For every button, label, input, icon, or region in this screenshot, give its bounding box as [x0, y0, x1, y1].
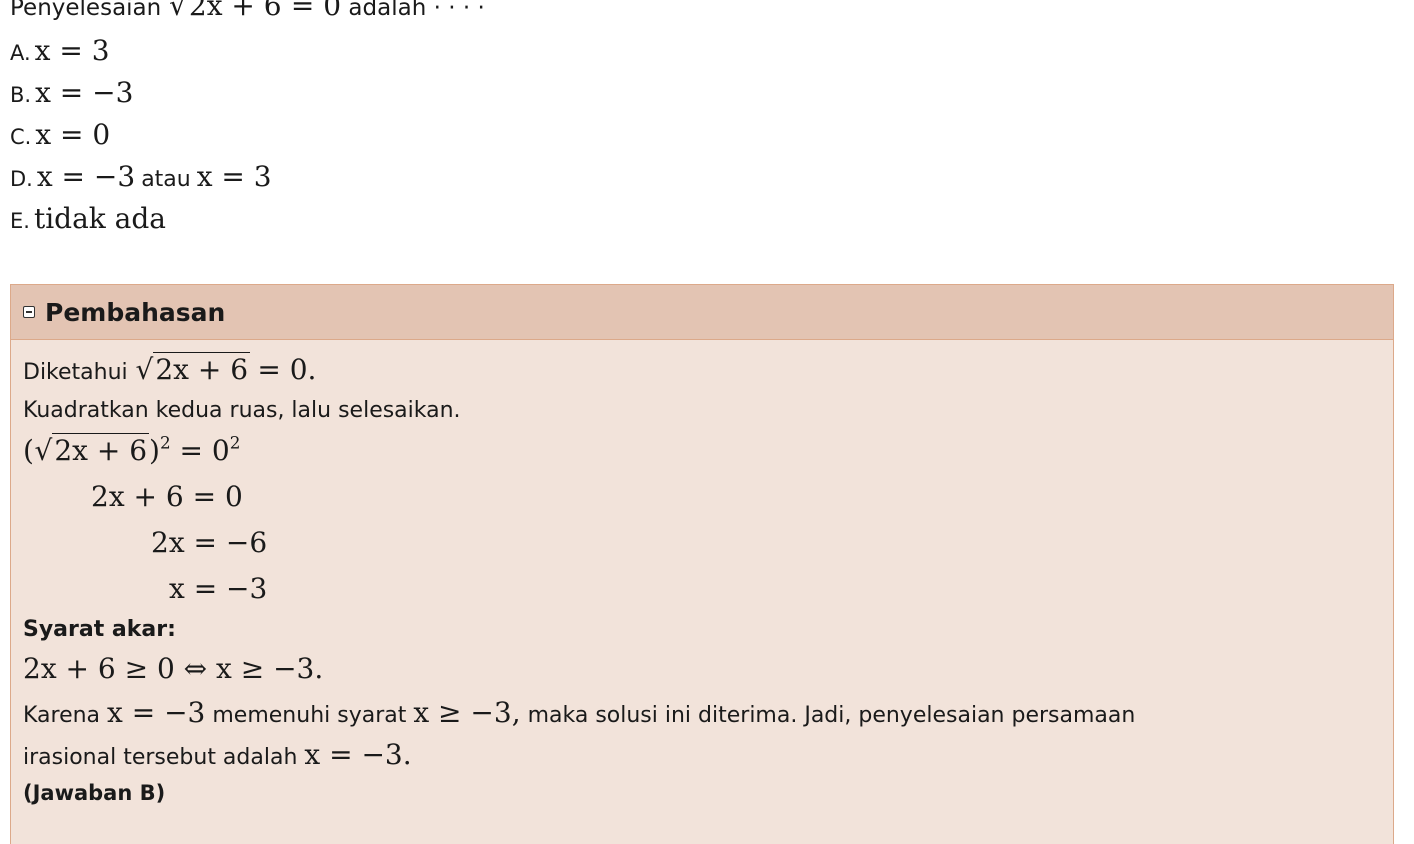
option-letter: D.	[10, 167, 33, 191]
condition-math: 2x + 6 ≥ 0 ⇔ x ≥ −3.	[23, 652, 324, 685]
given-sqrt: √2x + 6	[135, 352, 251, 386]
collapse-icon[interactable]	[23, 306, 35, 318]
option-joiner: atau	[141, 167, 191, 192]
option-math: x = −3	[35, 76, 134, 109]
option-math: x = 3	[34, 34, 110, 67]
solution-body: Diketahui √2x + 6 = 0. Kuadratkan kedua …	[11, 340, 1393, 810]
solution-panel: Pembahasan Diketahui √2x + 6 = 0. Kuadra…	[10, 284, 1394, 844]
option-letter: A.	[10, 41, 31, 65]
conclusion-math-1: x = −3	[107, 696, 206, 729]
given-prefix: Diketahui	[23, 360, 128, 385]
conclusion-text-4: irasional tersebut adalah	[23, 745, 298, 770]
step-1-rhs: = 0	[179, 434, 230, 467]
option-d: D. x = −3 atau x = 3	[10, 156, 485, 198]
given-line: Diketahui √2x + 6 = 0.	[23, 340, 1381, 396]
page: Penyelesaian √2x + 6 = 0 adalah · · · · …	[0, 0, 1414, 844]
stem-prefix: Penyelesaian	[10, 0, 162, 21]
stem-sqrt: √2x + 6	[169, 0, 284, 22]
conclusion-text-3: maka solusi ini diterima. Jadi, penyeles…	[527, 703, 1136, 728]
option-math: x = 0	[35, 118, 111, 151]
option-list: A. x = 3 B. x = −3 C. x = 0 D. x = −3 at…	[10, 30, 485, 240]
instruction: Kuadratkan kedua ruas, lalu selesaikan.	[23, 398, 461, 423]
option-letter: E.	[10, 209, 30, 233]
step-2: 2x + 6 = 0	[91, 480, 243, 513]
option-c: C. x = 0	[10, 114, 485, 156]
question: Penyelesaian √2x + 6 = 0 adalah · · · · …	[10, 0, 485, 240]
given-radicand: 2x + 6	[153, 352, 251, 386]
option-e: E. tidak ada	[10, 198, 485, 240]
stem-equals: = 0	[290, 0, 342, 22]
option-letter: B.	[10, 83, 32, 107]
option-a: A. x = 3	[10, 30, 485, 72]
conclusion-line-1: Karena x = −3 memenuhi syarat x ≥ −3, ma…	[23, 692, 1381, 734]
option-math-2: x = 3	[196, 160, 272, 193]
given-equals: = 0.	[257, 353, 317, 386]
solution-header[interactable]: Pembahasan	[11, 285, 1393, 340]
stem-radicand: 2x + 6	[186, 0, 284, 22]
option-math: tidak ada	[33, 202, 166, 235]
stem-suffix: adalah · · · ·	[348, 0, 485, 21]
condition-label: Syarat akar:	[23, 617, 176, 642]
step-1: (√2x + 6)2 = 02	[23, 428, 1381, 474]
conclusion-text-2: memenuhi syarat	[212, 703, 407, 728]
answer: (Jawaban B)	[23, 781, 166, 805]
option-b: B. x = −3	[10, 72, 485, 114]
option-letter: C.	[10, 125, 32, 149]
question-stem: Penyelesaian √2x + 6 = 0 adalah · · · ·	[10, 0, 485, 24]
step-1-sqrt: √2x + 6	[34, 433, 150, 467]
solution-title: Pembahasan	[45, 297, 226, 327]
step-3: 2x = −6	[151, 526, 268, 559]
conclusion-line-2: irasional tersebut adalah x = −3.	[23, 734, 1381, 776]
step-1-radicand: 2x + 6	[52, 433, 150, 467]
option-math: x = −3	[36, 160, 136, 193]
step-4: x = −3	[169, 572, 268, 605]
conclusion-text-1: Karena	[23, 703, 101, 728]
conclusion-math-3: x = −3.	[304, 738, 412, 771]
conclusion-math-2: x ≥ −3,	[413, 696, 521, 729]
